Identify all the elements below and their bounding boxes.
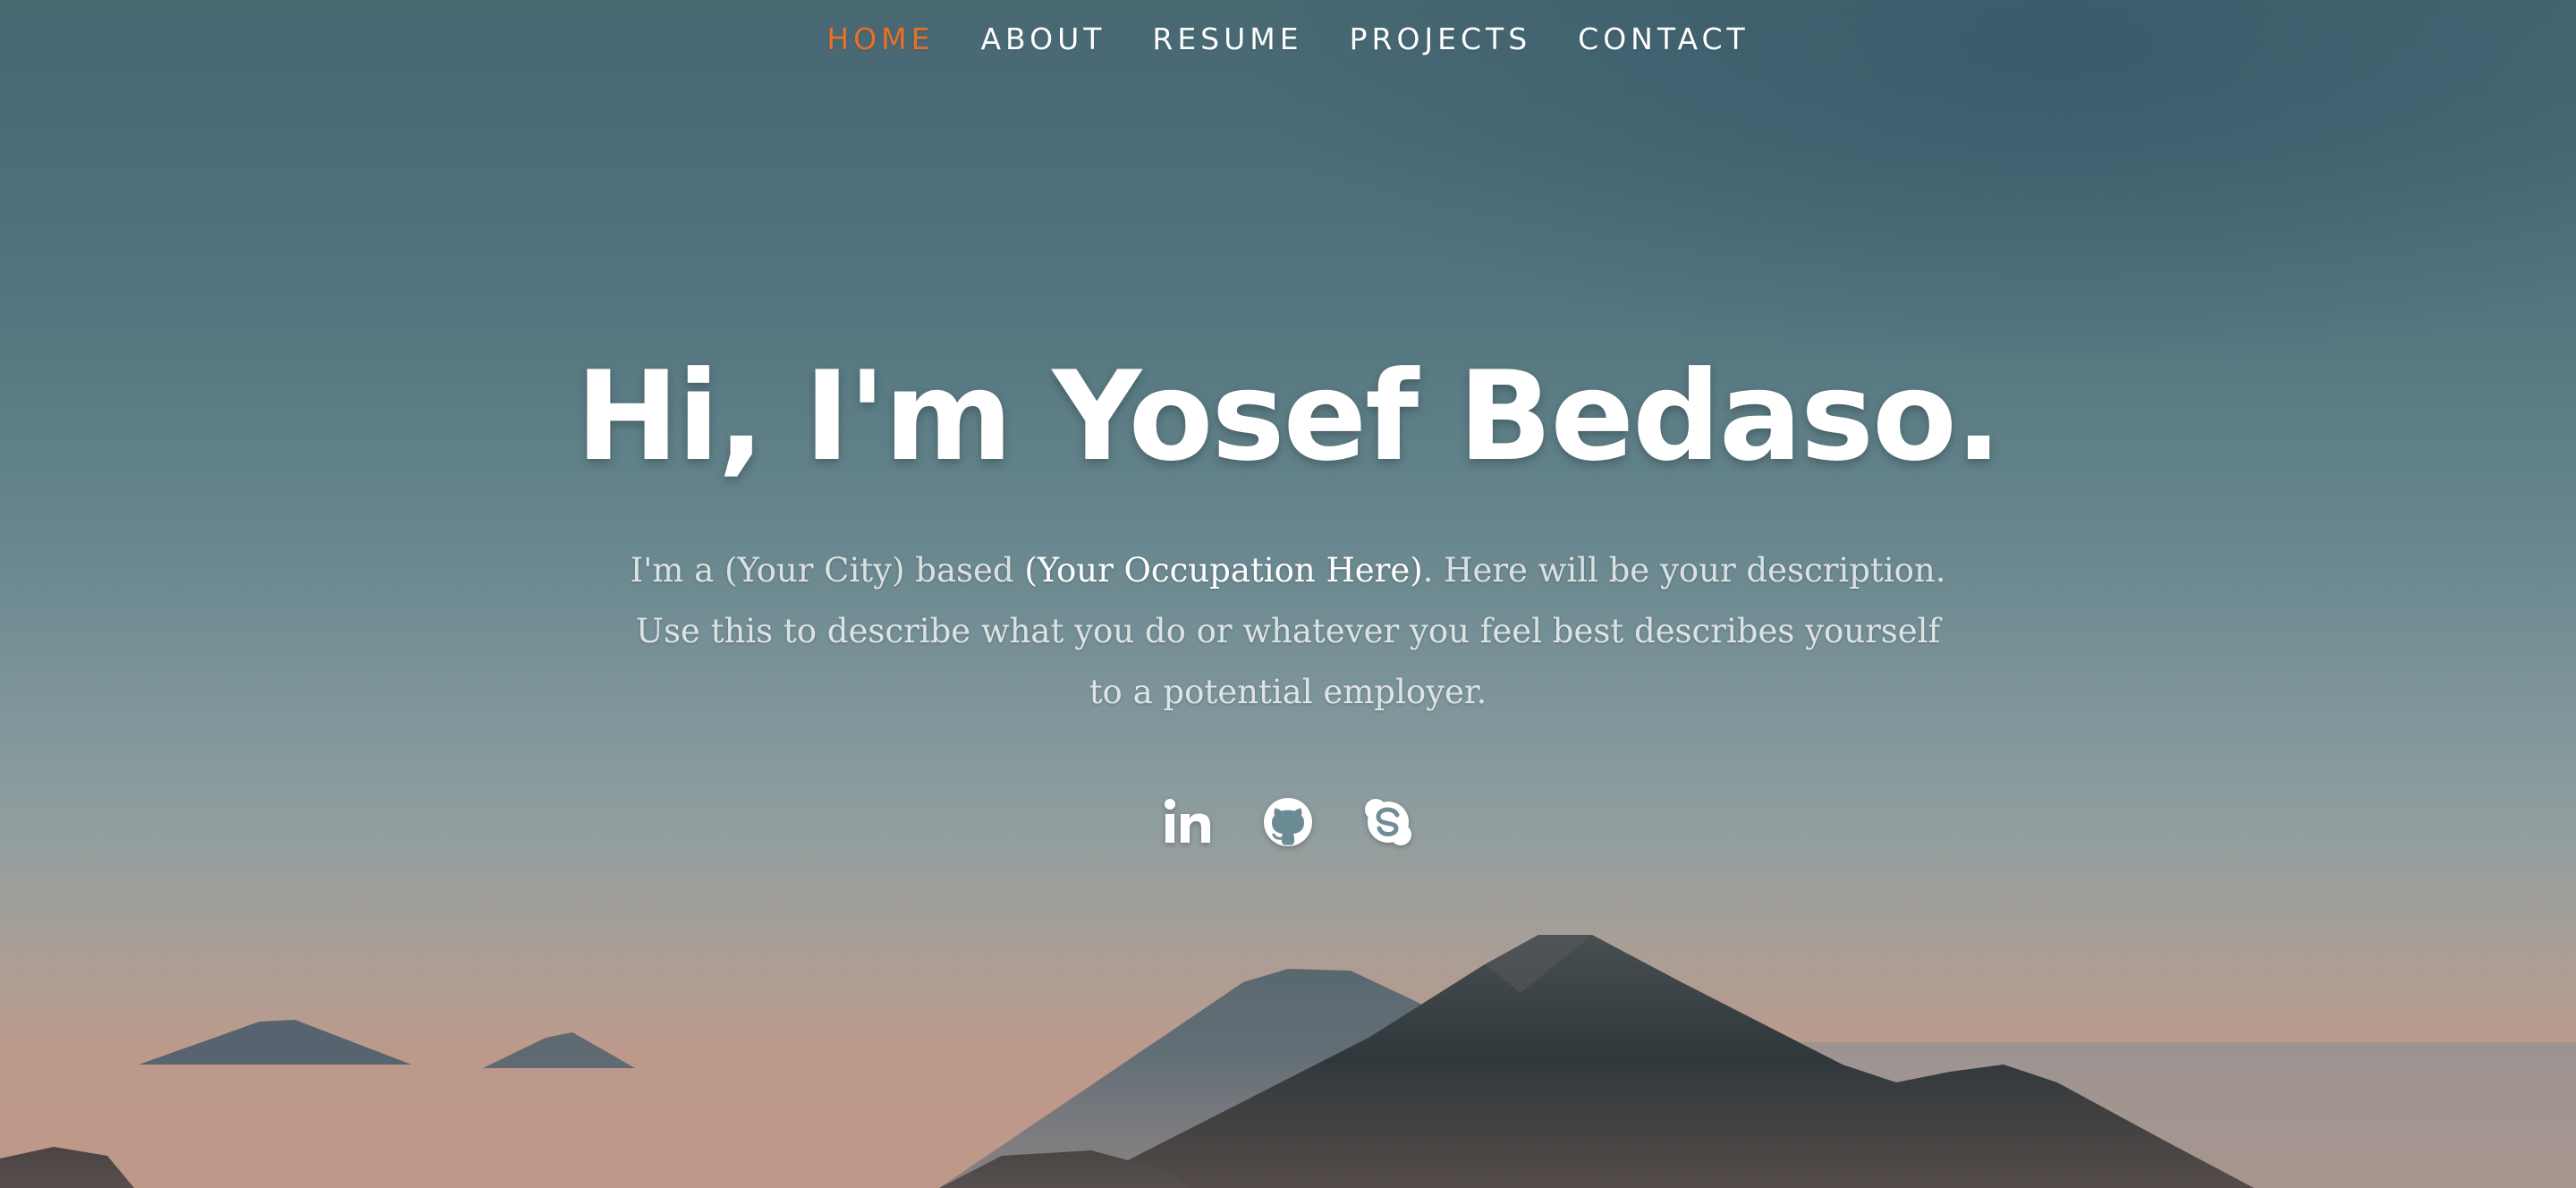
linkedin-icon — [1165, 799, 1210, 843]
nav-item-home[interactable]: HOME — [803, 16, 957, 62]
nav-item-resume[interactable]: RESUME — [1129, 16, 1326, 62]
nav-item-projects[interactable]: PROJECTS — [1326, 16, 1555, 62]
skype-icon — [1365, 799, 1411, 845]
github-icon — [1264, 798, 1312, 846]
github-link[interactable] — [1262, 796, 1314, 848]
main-nav: HOME ABOUT RESUME PROJECTS CONTACT — [0, 16, 2576, 62]
hero-section: HOME ABOUT RESUME PROJECTS CONTACT Hi, I… — [0, 0, 2576, 1188]
intro-occupation: (Your Occupation Here) — [1024, 551, 1423, 590]
nav-item-contact[interactable]: CONTACT — [1555, 16, 1773, 62]
hero-intro: I'm a (Your City) based (Your Occupation… — [626, 540, 1950, 723]
hero-headline: Hi, I'm Yosef Bedaso. — [575, 344, 2003, 488]
skype-link[interactable] — [1362, 796, 1414, 848]
nav-item-about[interactable]: ABOUT — [957, 16, 1129, 62]
intro-text-before: I'm a (Your City) based — [630, 551, 1025, 590]
social-links — [0, 796, 2576, 848]
linkedin-link[interactable] — [1162, 796, 1214, 848]
